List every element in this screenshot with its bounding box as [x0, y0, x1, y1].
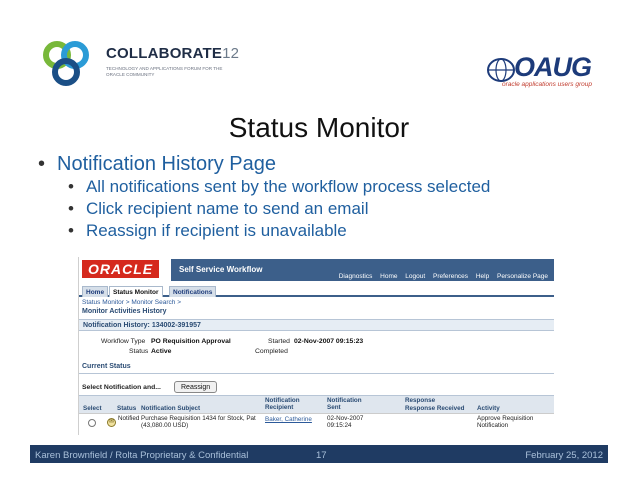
col-response-received: Response Received — [405, 405, 465, 412]
tab-notifications[interactable]: Notifications — [169, 286, 217, 297]
collaborate-title: COLLABORATE — [106, 45, 223, 62]
oaug-logo: OAUG oracle applications users group — [486, 52, 596, 94]
completed-label: Completed — [255, 348, 288, 355]
status-value: Active — [151, 348, 172, 355]
oracle-logo: ORACLE — [82, 260, 160, 278]
col-activity: Activity — [477, 405, 500, 412]
tab-bar: Home Status Monitor Notifications — [79, 285, 554, 297]
globe-icon — [487, 58, 515, 82]
col-sent: Notification Sent — [327, 397, 362, 411]
notified-status-icon: ✉ — [107, 418, 116, 427]
footer-date: February 25, 2012 — [525, 450, 603, 461]
oaug-wordmark: OAUG — [514, 52, 592, 82]
link-home[interactable]: Home — [380, 273, 397, 280]
collaborate-logo: COLLABORATE12 TECHNOLOGY AND APPLICATION… — [40, 38, 240, 90]
current-status-heading: Current Status — [82, 363, 131, 370]
row-sent: 02-Nov-2007 09:15:24 — [327, 415, 364, 429]
oaug-tagline: oracle applications users group — [502, 81, 592, 88]
section-heading: Notification History: 134002-391957 — [83, 322, 201, 329]
started-value: 02-Nov-2007 09:15:23 — [294, 338, 364, 345]
link-help[interactable]: Help — [476, 273, 489, 280]
started-label: Started — [268, 338, 290, 345]
tab-home[interactable]: Home — [82, 286, 109, 297]
bullet-list: Notification History Page All notificati… — [38, 152, 608, 242]
row-subject: Purchase Requisition 1434 for Stock, Pat… — [141, 415, 256, 429]
footer-presenter: Karen Brownfield / Rolta Proprietary & C… — [35, 450, 249, 461]
app-name: Self Service Workflow — [179, 265, 263, 274]
sub-bullet: Reassign if recipient is unavailable — [68, 220, 608, 242]
workflow-type-label: Workflow Type — [101, 338, 146, 345]
col-recipient: Notification Recipient — [265, 397, 300, 411]
col-status: Status — [117, 405, 137, 412]
workflow-type-value: PO Requisition Approval — [151, 338, 231, 345]
link-diagnostics[interactable]: Diagnostics — [339, 273, 373, 280]
breadcrumb[interactable]: Status Monitor > Monitor Search > — [82, 299, 181, 306]
status-label: Status — [129, 348, 149, 355]
row-activity: Approve Requisition Notification — [477, 415, 534, 429]
col-response: Response — [405, 397, 436, 404]
collaborate-subtitle: TECHNOLOGY AND APPLICATIONS FORUM FOR TH… — [106, 66, 223, 77]
collaborate-year: 12 — [222, 45, 240, 62]
oracle-workflow-screenshot: ORACLE Self Service Workflow Diagnostics… — [78, 257, 554, 435]
link-personalize-page[interactable]: Personalize Page — [497, 273, 548, 280]
slide-title: Status Monitor — [228, 112, 410, 143]
row-recipient-link[interactable]: Baker, Catherine — [265, 416, 312, 423]
tab-status-monitor[interactable]: Status Monitor — [109, 286, 163, 297]
bullet-main: Notification History Page — [38, 152, 608, 176]
global-links: Diagnostics Home Logout Preferences Help… — [333, 273, 548, 280]
col-select: Select — [83, 405, 102, 412]
link-logout[interactable]: Logout — [405, 273, 425, 280]
collaborate-knot-icon — [43, 41, 89, 86]
page-heading: Monitor Activities History — [82, 308, 167, 315]
col-subject: Notification Subject — [141, 405, 201, 412]
sub-bullet: Click recipient name to send an email — [68, 198, 608, 220]
select-notification-label: Select Notification and... — [82, 384, 161, 391]
link-preferences[interactable]: Preferences — [433, 273, 468, 280]
footer-page-number: 17 — [316, 450, 327, 461]
sub-bullet: All notifications sent by the workflow p… — [68, 176, 608, 198]
row-status: Notified — [118, 415, 140, 422]
reassign-button[interactable]: Reassign — [174, 381, 218, 393]
row-select-radio[interactable] — [88, 419, 96, 427]
